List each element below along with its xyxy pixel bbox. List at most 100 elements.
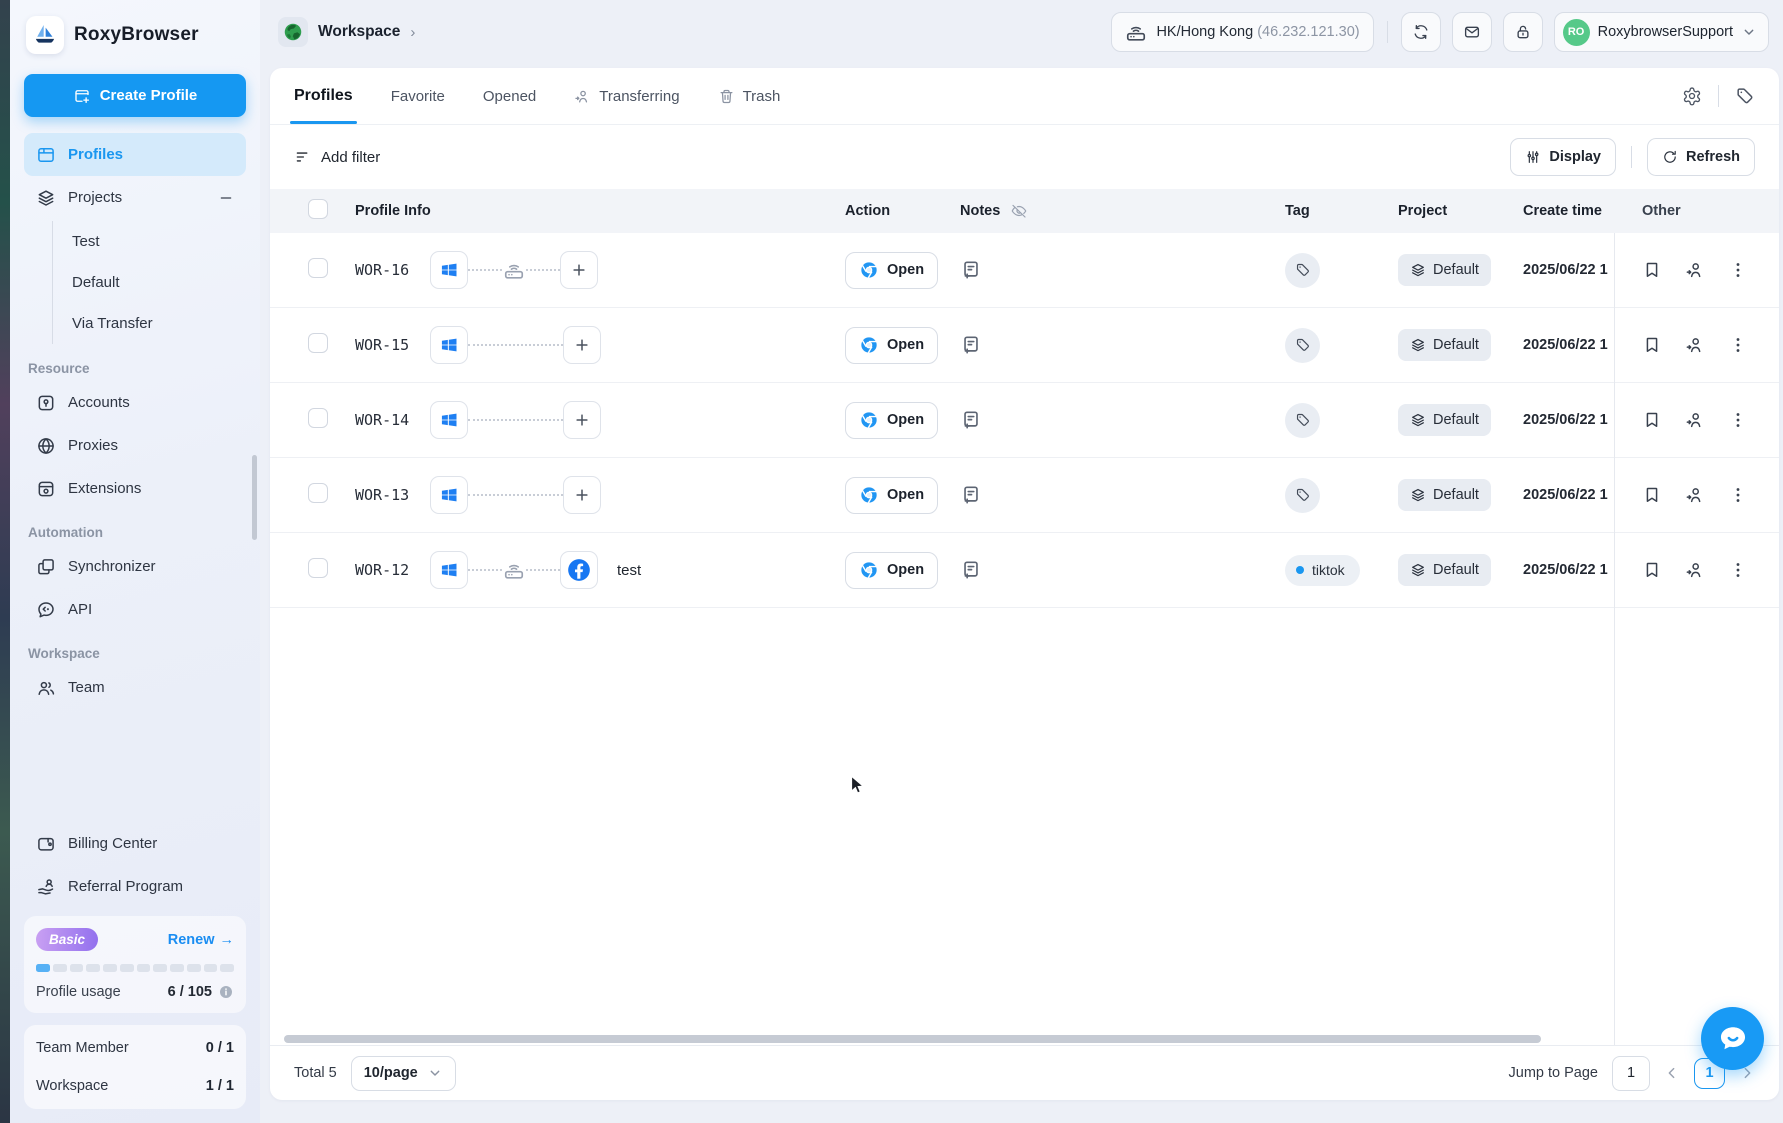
transfer-profile-icon[interactable] xyxy=(1685,260,1705,280)
more-actions-icon[interactable] xyxy=(1728,410,1748,430)
add-tag-button[interactable] xyxy=(1285,252,1320,288)
account-menu[interactable]: RO RoxybrowserSupport xyxy=(1553,12,1769,52)
sidebar-item-referral-program[interactable]: Referral Program xyxy=(24,865,246,908)
os-windows-button[interactable] xyxy=(430,476,468,514)
prev-page-icon[interactable] xyxy=(1664,1065,1680,1081)
add-note-icon[interactable] xyxy=(960,559,982,581)
tab-favorite[interactable]: Favorite xyxy=(391,68,445,124)
more-actions-icon[interactable] xyxy=(1728,260,1748,280)
row-checkbox[interactable] xyxy=(308,257,328,278)
transfer-profile-icon[interactable] xyxy=(1685,485,1705,505)
bookmark-icon[interactable] xyxy=(1642,485,1662,505)
open-profile-button[interactable]: Open xyxy=(845,476,939,514)
add-platform-button[interactable] xyxy=(560,251,598,289)
tab-opened[interactable]: Opened xyxy=(483,68,536,124)
transfer-profile-icon[interactable] xyxy=(1685,560,1705,580)
sidebar-item-proxies[interactable]: Proxies xyxy=(24,424,246,467)
project-item-default[interactable]: Default xyxy=(53,262,246,303)
chrome-icon xyxy=(859,410,879,430)
tab-transferring[interactable]: Transferring xyxy=(574,68,680,124)
sidebar-item-profiles[interactable]: Profiles xyxy=(24,133,246,176)
open-profile-button[interactable]: Open xyxy=(845,251,939,289)
sidebar-scrollbar[interactable] xyxy=(252,455,257,540)
proxy-status-chip[interactable]: HK/Hong Kong (46.232.121.30) xyxy=(1111,12,1374,52)
jump-page-input[interactable] xyxy=(1612,1055,1650,1091)
bookmark-icon[interactable] xyxy=(1642,335,1662,355)
sidebar-item-projects[interactable]: Projects xyxy=(24,176,246,219)
row-checkbox[interactable] xyxy=(308,557,328,578)
add-platform-button[interactable] xyxy=(563,326,601,364)
add-filter-button[interactable]: Add filter xyxy=(294,148,380,166)
add-note-icon[interactable] xyxy=(960,409,982,431)
project-chip[interactable]: Default xyxy=(1398,254,1491,286)
more-actions-icon[interactable] xyxy=(1728,560,1748,580)
sidebar-item-api[interactable]: API xyxy=(24,588,246,631)
sidebar-item-billing-center[interactable]: Billing Center xyxy=(24,822,246,865)
eye-off-icon[interactable] xyxy=(1010,202,1028,220)
bookmark-icon[interactable] xyxy=(1642,410,1662,430)
transfer-profile-icon[interactable] xyxy=(1685,410,1705,430)
open-profile-button[interactable]: Open xyxy=(845,551,939,589)
layers-icon xyxy=(1410,262,1426,278)
add-note-icon[interactable] xyxy=(960,259,982,281)
os-windows-button[interactable] xyxy=(430,326,468,364)
row-checkbox[interactable] xyxy=(308,332,328,353)
add-tag-button[interactable] xyxy=(1285,477,1320,513)
lock-button[interactable] xyxy=(1502,12,1543,52)
create-time: 2025/06/22 1 xyxy=(1523,487,1608,503)
info-icon[interactable] xyxy=(218,984,234,1000)
os-windows-button[interactable] xyxy=(430,551,468,589)
project-chip[interactable]: Default xyxy=(1398,404,1491,436)
layers-icon xyxy=(36,188,56,208)
display-button[interactable]: Display xyxy=(1510,138,1616,176)
row-checkbox[interactable] xyxy=(308,482,328,503)
tab-profiles[interactable]: Profiles xyxy=(290,68,357,124)
connector xyxy=(468,419,563,421)
sidebar-item-team[interactable]: Team xyxy=(24,666,246,709)
project-chip[interactable]: Default xyxy=(1398,329,1491,361)
sync-button[interactable] xyxy=(1400,12,1441,52)
quota-label: Workspace xyxy=(36,1078,109,1094)
total-count: Total 5 xyxy=(294,1065,337,1081)
os-windows-button[interactable] xyxy=(430,401,468,439)
sidebar-item-synchronizer[interactable]: Synchronizer xyxy=(24,545,246,588)
tag-pill[interactable]: tiktok xyxy=(1285,554,1360,586)
project-chip[interactable]: Default xyxy=(1398,554,1491,586)
breadcrumb[interactable]: Workspace › xyxy=(278,17,415,47)
add-tag-button[interactable] xyxy=(1285,327,1320,363)
add-platform-button[interactable] xyxy=(563,401,601,439)
mail-button[interactable] xyxy=(1451,12,1492,52)
bookmark-icon[interactable] xyxy=(1642,260,1662,280)
platform-facebook-button[interactable] xyxy=(560,551,598,589)
plan-card: Basic Renew → Profile usage 6 / 105 xyxy=(24,916,246,1013)
router-icon xyxy=(1125,21,1147,43)
project-item-test[interactable]: Test xyxy=(53,221,246,262)
project-chip[interactable]: Default xyxy=(1398,479,1491,511)
add-tag-button[interactable] xyxy=(1285,402,1320,438)
more-actions-icon[interactable] xyxy=(1728,485,1748,505)
refresh-button[interactable]: Refresh xyxy=(1647,138,1755,176)
add-note-icon[interactable] xyxy=(960,484,982,506)
support-chat-button[interactable] xyxy=(1701,1007,1764,1070)
select-all-checkbox[interactable] xyxy=(308,199,328,219)
tab-trash[interactable]: Trash xyxy=(718,68,780,124)
open-profile-button[interactable]: Open xyxy=(845,326,939,364)
transfer-profile-icon[interactable] xyxy=(1685,335,1705,355)
horizontal-scrollbar[interactable] xyxy=(284,1035,1541,1043)
gear-icon[interactable] xyxy=(1682,86,1702,106)
bookmark-icon[interactable] xyxy=(1642,560,1662,580)
add-platform-button[interactable] xyxy=(563,476,601,514)
page-size-select[interactable]: 10/page xyxy=(350,1055,456,1091)
add-note-icon[interactable] xyxy=(960,334,982,356)
project-item-via-transfer[interactable]: Via Transfer xyxy=(53,303,246,344)
more-actions-icon[interactable] xyxy=(1728,335,1748,355)
collapse-icon[interactable] xyxy=(218,190,234,206)
create-profile-button[interactable]: Create Profile xyxy=(24,74,246,117)
os-windows-button[interactable] xyxy=(430,251,468,289)
sidebar-item-extensions[interactable]: Extensions xyxy=(24,467,246,510)
tag-manage-icon[interactable] xyxy=(1735,86,1755,106)
renew-link[interactable]: Renew → xyxy=(168,932,234,948)
row-checkbox[interactable] xyxy=(308,407,328,428)
sidebar-item-accounts[interactable]: Accounts xyxy=(24,381,246,424)
open-profile-button[interactable]: Open xyxy=(845,401,939,439)
